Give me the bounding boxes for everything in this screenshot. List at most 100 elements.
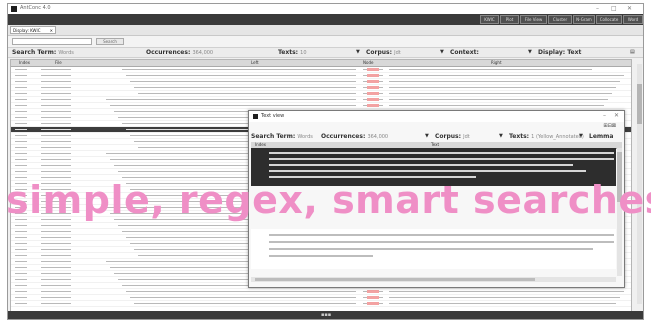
cell-text [41,105,71,106]
keyword-highlight [367,98,379,101]
resize-grip-icon[interactable]: ▪▪▪ [321,312,331,318]
cell-text [15,81,27,82]
cell-text [389,99,608,100]
dialog-occurrences-dropdown-icon[interactable]: ▼ [425,133,429,139]
text-line [269,241,614,243]
cell-text [41,81,71,82]
cell-text [41,237,71,238]
maximize-icon[interactable]: □ [611,5,617,12]
toolbar-button-word[interactable]: Word [623,15,643,24]
dialog-hscroll-thumb[interactable] [255,278,535,281]
toolbar-button-collocate[interactable]: Collocate [596,15,622,24]
cell-text [130,81,356,82]
cell-text [15,285,27,286]
toolbar-button-cluster[interactable]: Cluster [548,15,572,24]
cell-text [15,123,27,124]
cell-text [130,297,356,298]
column-file[interactable]: File [55,60,62,66]
close-icon[interactable]: ✕ [627,5,632,12]
cell-text [15,261,27,262]
dialog-lemma-label: Lemma [589,133,614,140]
context-label: Context: [450,49,479,56]
tool-toolbar: KWIC Plot File View Cluster N-Gram Collo… [8,14,643,25]
cell-text [41,267,71,268]
cell-text [389,69,592,70]
cell-text [41,171,71,172]
cell-text [15,105,27,106]
keyword-highlight [367,296,379,299]
dialog-close-icon[interactable]: ✕ [614,112,619,119]
cell-text [15,117,27,118]
search-button[interactable]: Search [96,38,124,45]
settings-icon[interactable]: ▤ [630,49,635,55]
display-label: Display: Text [538,49,582,56]
cell-text [41,225,71,226]
corpus-dropdown-icon[interactable]: ▼ [440,49,444,55]
dialog-horizontal-scrollbar[interactable] [251,277,616,282]
cell-text [15,87,27,88]
search-row: Search [8,36,643,47]
cell-text [15,135,27,136]
cell-text [41,93,71,94]
text-line [269,164,573,166]
dialog-corpus-dropdown-icon[interactable]: ▼ [499,133,503,139]
toolbar-button-plot[interactable]: Plot [500,15,519,24]
context-dropdown-icon[interactable]: ▼ [528,49,532,55]
toolbar-button-ngram[interactable]: N-Gram [573,15,595,24]
texts-dropdown-icon[interactable]: ▼ [356,49,360,55]
cell-text [41,279,71,280]
cell-text [389,93,612,94]
toolbar-button-file-view[interactable]: File View [520,15,547,24]
cell-text [41,147,71,148]
cell-text [15,303,27,304]
cell-text [389,105,604,106]
cell-text [41,249,71,250]
text-line [269,158,614,160]
cell-text [15,297,27,298]
cell-text [15,93,27,94]
cell-text [15,129,27,130]
cell-text [389,87,616,88]
cell-text [15,171,27,172]
tab-kwic[interactable]: Display: KWIC ✕ [10,26,56,34]
text-line [269,170,587,172]
scroll-thumb[interactable] [637,84,642,124]
cell-text [15,141,27,142]
dialog-texts-dropdown-icon[interactable]: ▼ [579,133,583,139]
cell-text [41,297,71,298]
cell-text [15,279,27,280]
toolbar-button-kwic[interactable]: KWIC [480,15,499,24]
minimize-icon[interactable]: – [596,5,599,12]
corpus-label: Corpus: Jdt [366,49,401,56]
cell-text [41,165,71,166]
dialog-logo-icon [253,114,258,119]
column-node[interactable]: Node [363,60,373,66]
column-index[interactable]: Index [19,60,30,66]
keyword-highlight [367,86,379,89]
dialog-search-term-label: Search Term: Words [251,133,313,140]
cell-text [110,105,356,106]
cell-text [106,99,356,100]
text-line [269,248,594,250]
cell-text [389,303,616,304]
cell-text [41,285,71,286]
dialog-title: Text view [261,113,285,119]
dialog-options-icon[interactable]: ⊞⊟⊠ [603,123,616,129]
dialog-minimize-icon[interactable]: – [603,112,606,119]
search-input[interactable] [12,38,92,45]
cell-text [122,69,356,70]
cell-text [41,69,71,70]
window-title: AntConc 4.0 [20,5,51,11]
column-left[interactable]: Left [251,60,259,66]
cell-text [15,273,27,274]
search-term-label: Search Term: Words [12,49,74,56]
cell-text [41,87,71,88]
column-right[interactable]: Right [491,60,502,66]
table-row[interactable] [11,301,631,307]
cell-text [389,81,620,82]
cell-text [15,165,27,166]
dialog-row[interactable] [251,229,616,269]
tab-close-icon[interactable]: ✕ [50,27,53,34]
dialog-text-block [269,229,614,257]
cell-text [41,135,71,136]
